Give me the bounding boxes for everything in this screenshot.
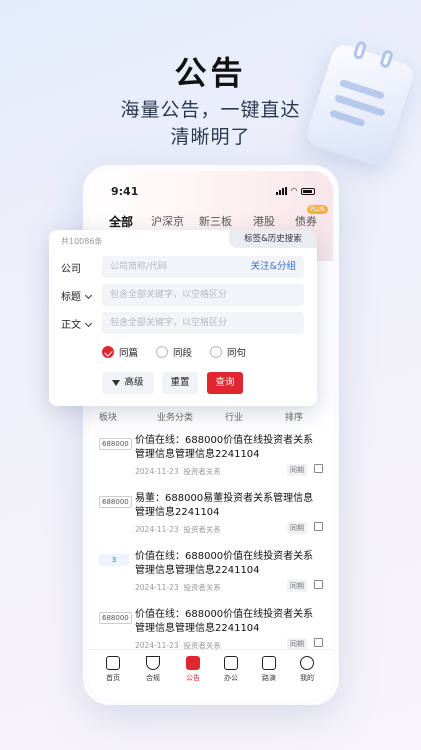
company-input[interactable]: 公司简称/代码 关注&分组 <box>102 256 304 278</box>
radio-same-paragraph[interactable]: 同段 <box>156 345 192 359</box>
battery-icon <box>301 187 315 195</box>
announcement-meta: 2024-11-23 投资者关系 <box>135 525 221 534</box>
wifi-icon: ◠ <box>290 186 297 195</box>
title-scope-dropdown[interactable]: 标题 <box>61 288 93 303</box>
stock-code: 688000 <box>99 438 132 450</box>
same-period-tag[interactable]: 同期 <box>287 522 307 534</box>
tab-neeq[interactable]: 新三板 <box>199 213 232 229</box>
chevron-down-icon <box>84 319 93 328</box>
stock-code: 3 <box>99 554 129 566</box>
follow-group-link[interactable]: 关注&分组 <box>251 256 296 278</box>
radio-icon <box>156 346 168 358</box>
radio-icon <box>210 346 222 358</box>
nav-mine[interactable]: 我的 <box>289 656 325 683</box>
same-period-tag[interactable]: 同期 <box>287 464 307 476</box>
announcement-title: 价值在线：688000价值在线投资者关系管理信息管理信息2241104 <box>135 435 314 460</box>
advanced-button[interactable]: 高级 <box>102 372 154 394</box>
nav-office[interactable]: 办公 <box>213 656 249 683</box>
profile-icon <box>300 656 314 670</box>
briefcase-icon <box>224 656 238 670</box>
status-time: 9:41 <box>111 185 139 198</box>
tags-history-button[interactable]: 标签&历史搜索 <box>229 230 317 248</box>
company-label: 公司 <box>61 264 81 275</box>
same-period-tag[interactable]: 同期 <box>287 580 307 592</box>
stock-code: 688000 <box>99 612 132 624</box>
nav-announcements[interactable]: 公告 <box>175 656 211 683</box>
radio-same-sentence[interactable]: 同句 <box>210 345 246 359</box>
share-icon[interactable] <box>314 638 323 647</box>
plus-badge: PLUS <box>307 205 328 214</box>
reset-button[interactable]: 重置 <box>162 372 198 394</box>
filter-bar: 板块 业务分类 行业 排序 <box>89 410 333 430</box>
tab-bonds[interactable]: 债券 <box>295 213 317 229</box>
body-keyword-input[interactable]: 包含全部关键字，以空格区分 <box>102 312 304 334</box>
share-icon[interactable] <box>314 464 323 473</box>
sort-button[interactable]: 排序 <box>285 410 303 423</box>
stock-code: 688000 <box>99 496 132 508</box>
share-icon[interactable] <box>314 580 323 589</box>
announcement-meta: 2024-11-23 投资者关系 <box>135 583 221 592</box>
filter-industry[interactable]: 行业 <box>225 410 243 423</box>
filter-icon <box>112 379 121 386</box>
checked-radio-icon <box>102 346 114 358</box>
body-scope-dropdown[interactable]: 正文 <box>61 316 93 331</box>
list-item[interactable]: 688000 价值在线：688000价值在线投资者关系管理信息管理信息22411… <box>89 434 333 490</box>
filter-plate[interactable]: 板块 <box>99 410 117 423</box>
query-button[interactable]: 查询 <box>207 372 243 394</box>
radio-same-article[interactable]: 同篇 <box>102 345 138 359</box>
signal-icon <box>275 187 287 195</box>
tab-all[interactable]: 全部 <box>109 213 133 235</box>
list-item[interactable]: 688000 易董：688000易董投资者关系管理信息管理信息2241104 2… <box>89 492 333 548</box>
tab-shanghai-shenzhen-beijing[interactable]: 沪深京 <box>151 213 184 229</box>
result-count: 共10086条 <box>61 237 103 246</box>
nav-roadshow[interactable]: 路演 <box>251 656 287 683</box>
nav-compliance[interactable]: 合规 <box>135 656 171 683</box>
home-icon <box>106 656 120 670</box>
list-item[interactable]: 3 价值在线：688000价值在线投资者关系管理信息管理信息2241104 20… <box>89 550 333 606</box>
announcement-title: 易董：688000易董投资者关系管理信息管理信息2241104 <box>135 493 314 518</box>
match-scope-options: 同篇 同段 同句 <box>102 345 307 359</box>
nav-home[interactable]: 首页 <box>95 656 131 683</box>
announcement-meta: 2024-11-23 投资者关系 <box>135 467 221 476</box>
search-panel: 共10086条 标签&历史搜索 公司 公司简称/代码 关注&分组 标题 包含全部… <box>49 230 317 406</box>
chevron-down-icon <box>84 291 93 300</box>
bottom-nav: 首页 合规 公告 办公 路演 我的 <box>89 649 333 699</box>
tab-hk-stocks[interactable]: 港股 <box>253 213 275 229</box>
status-bar: 9:41 ◠ <box>111 185 315 199</box>
announcement-title: 价值在线：688000价值在线投资者关系管理信息管理信息2241104 <box>135 551 314 576</box>
title-keyword-input[interactable]: 包含全部关键字，以空格区分 <box>102 284 304 306</box>
filter-business[interactable]: 业务分类 <box>157 410 193 423</box>
video-icon <box>262 656 276 670</box>
shield-icon <box>146 656 160 670</box>
share-icon[interactable] <box>314 522 323 531</box>
announcement-icon <box>186 656 200 670</box>
announcement-title: 价值在线：688000价值在线投资者关系管理信息管理信息2241104 <box>135 609 314 634</box>
